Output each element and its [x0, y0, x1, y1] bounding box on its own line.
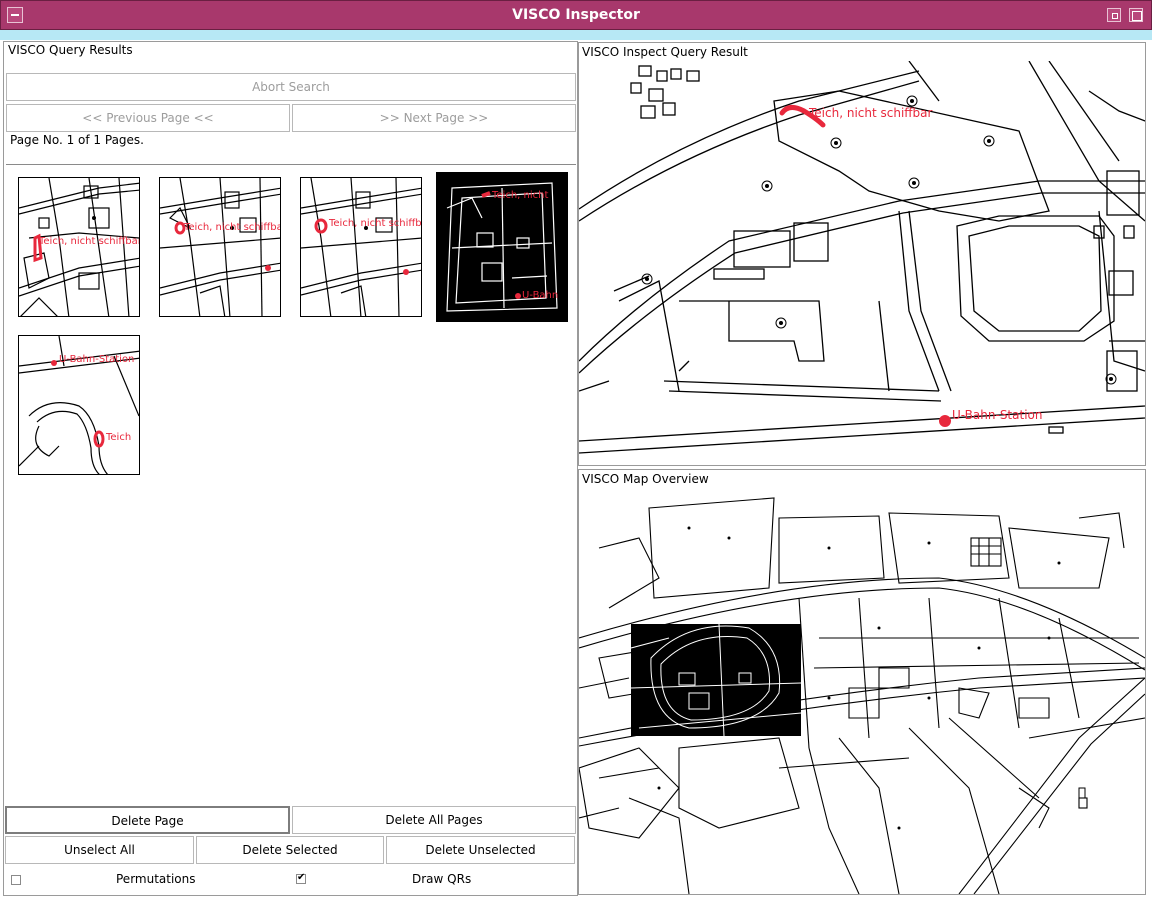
unselect-all-button[interactable]: Unselect All: [5, 836, 194, 864]
inspect-label-station: U-Bahn-Station: [952, 408, 1042, 422]
inspect-map[interactable]: Teich, nicht schiffbar U-Bahn-Station: [579, 61, 1145, 465]
window-title: VISCO Inspector: [512, 7, 640, 23]
permutations-checkbox[interactable]: [11, 875, 21, 885]
thumb-label: Teich, nicht schiffbar: [183, 222, 281, 233]
thumb-label: Teich, nicht schiffbar: [328, 218, 422, 229]
result-thumbnail[interactable]: U-Bahn-Station Teich: [18, 335, 140, 475]
maximize-icon[interactable]: [1129, 8, 1143, 22]
result-thumbnail-selected[interactable]: Teich, nicht U-Bahn: [436, 172, 568, 322]
map-point-icon: [906, 95, 918, 107]
station-marker: [939, 415, 951, 427]
draw-qrs-checkbox[interactable]: [296, 872, 306, 884]
previous-page-button[interactable]: << Previous Page <<: [6, 104, 290, 132]
results-grid: Teich, nicht schiffbar Teich, nicht schi…: [6, 164, 576, 804]
minimize-icon[interactable]: [1107, 8, 1121, 22]
next-page-button[interactable]: >> Next Page >>: [292, 104, 576, 132]
inspect-label-pond: Teich, nicht schiffbar: [808, 106, 933, 120]
query-results-title: VISCO Query Results: [8, 43, 133, 57]
delete-page-button[interactable]: Delete Page: [5, 806, 290, 834]
result-thumbnail[interactable]: Teich, nicht schiffbar: [159, 177, 281, 317]
inspect-query-result-panel: VISCO Inspect Query Result Teich, nicht …: [578, 42, 1146, 466]
window-titlebar[interactable]: VISCO Inspector: [0, 0, 1152, 30]
thumb-label: U-Bahn-Station: [59, 354, 134, 365]
overview-map[interactable]: [579, 488, 1145, 894]
abort-search-button[interactable]: Abort Search: [6, 73, 576, 101]
inspect-panel-title: VISCO Inspect Query Result: [582, 45, 748, 59]
draw-qrs-label: Draw QRs: [412, 872, 472, 886]
thumb-label-2: U-Bahn: [522, 290, 558, 301]
thumb-label: Teich, nicht schiffbar: [38, 236, 140, 247]
delete-unselected-button[interactable]: Delete Unselected: [386, 836, 575, 864]
result-thumbnail[interactable]: Teich, nicht schiffbar: [18, 177, 140, 317]
thumb-label: Teich, nicht: [491, 190, 548, 201]
map-overview-panel: VISCO Map Overview: [578, 469, 1146, 895]
overview-panel-title: VISCO Map Overview: [582, 472, 709, 486]
thumb-label-2: Teich: [105, 432, 131, 443]
delete-all-pages-button[interactable]: Delete All Pages: [292, 806, 576, 834]
result-thumbnail[interactable]: Teich, nicht schiffbar: [300, 177, 422, 317]
permutations-label: Permutations: [116, 872, 196, 886]
delete-selected-button[interactable]: Delete Selected: [196, 836, 384, 864]
header-stripe: [0, 30, 1152, 40]
page-info: Page No. 1 of 1 Pages.: [10, 133, 144, 147]
